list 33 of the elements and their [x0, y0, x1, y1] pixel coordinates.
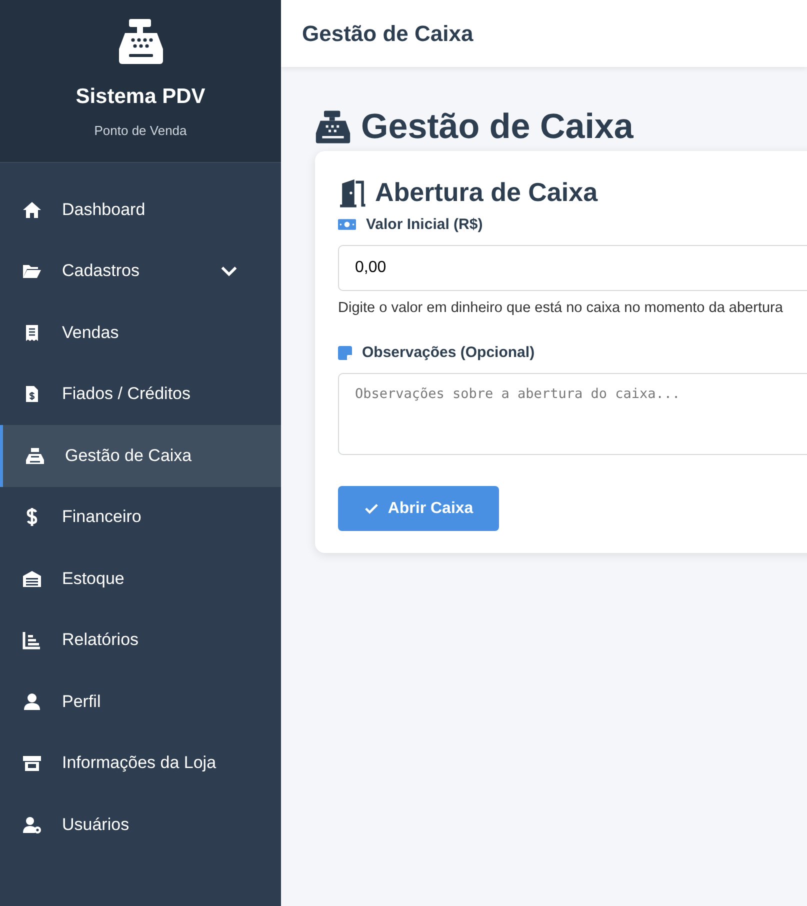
app-title: Sistema PDV: [76, 85, 206, 109]
page-title: Gestão de Caixa: [302, 20, 474, 46]
field-label: Observações (Opcional): [362, 344, 535, 361]
warehouse-icon: [22, 568, 42, 589]
sidebar-item[interactable]: Perfil: [0, 671, 281, 732]
field-label: Valor Inicial (R$): [366, 216, 483, 233]
app-subtitle: Ponto de Venda: [94, 123, 187, 138]
sidebar-item[interactable]: Cadastros: [0, 240, 281, 302]
cash-register-icon: [315, 109, 351, 145]
user-icon: [22, 692, 42, 712]
money-bill-icon: [338, 218, 356, 231]
bar-chart-icon: [22, 630, 42, 650]
textarea-field[interactable]: Observações sobre a abertura do caixa...: [338, 373, 807, 455]
cash-register-icon: [116, 17, 164, 65]
cash-register-icon: [25, 446, 45, 466]
sidebar-item[interactable]: Relatórios: [0, 610, 281, 671]
sidebar-item[interactable]: Financeiro: [0, 486, 281, 548]
input-field[interactable]: 0,00: [338, 245, 807, 291]
sidebar-item[interactable]: Fiados / Créditos: [0, 364, 281, 425]
help-text: Digite o valor em dinheiro que está no caixa no momento da abertura: [338, 300, 784, 316]
sidebar-item[interactable]: Gestão de Caixa: [0, 425, 281, 486]
sidebar-item[interactable]: Dashboard: [0, 179, 281, 240]
check-icon: [364, 501, 379, 516]
sidebar-item[interactable]: Vendas: [0, 302, 281, 364]
card-title: Abertura de Caixa: [375, 177, 598, 208]
sidebar-item[interactable]: Usuários: [0, 794, 281, 856]
home-icon: [22, 200, 42, 220]
store-icon: [22, 753, 42, 774]
door-icon: [338, 178, 368, 208]
page-heading: Gestão de Caixa: [361, 107, 634, 147]
sidebar-item[interactable]: Informações da Loja: [0, 732, 281, 794]
sidebar-item[interactable]: Estoque: [0, 548, 281, 610]
note-icon: [338, 346, 352, 360]
